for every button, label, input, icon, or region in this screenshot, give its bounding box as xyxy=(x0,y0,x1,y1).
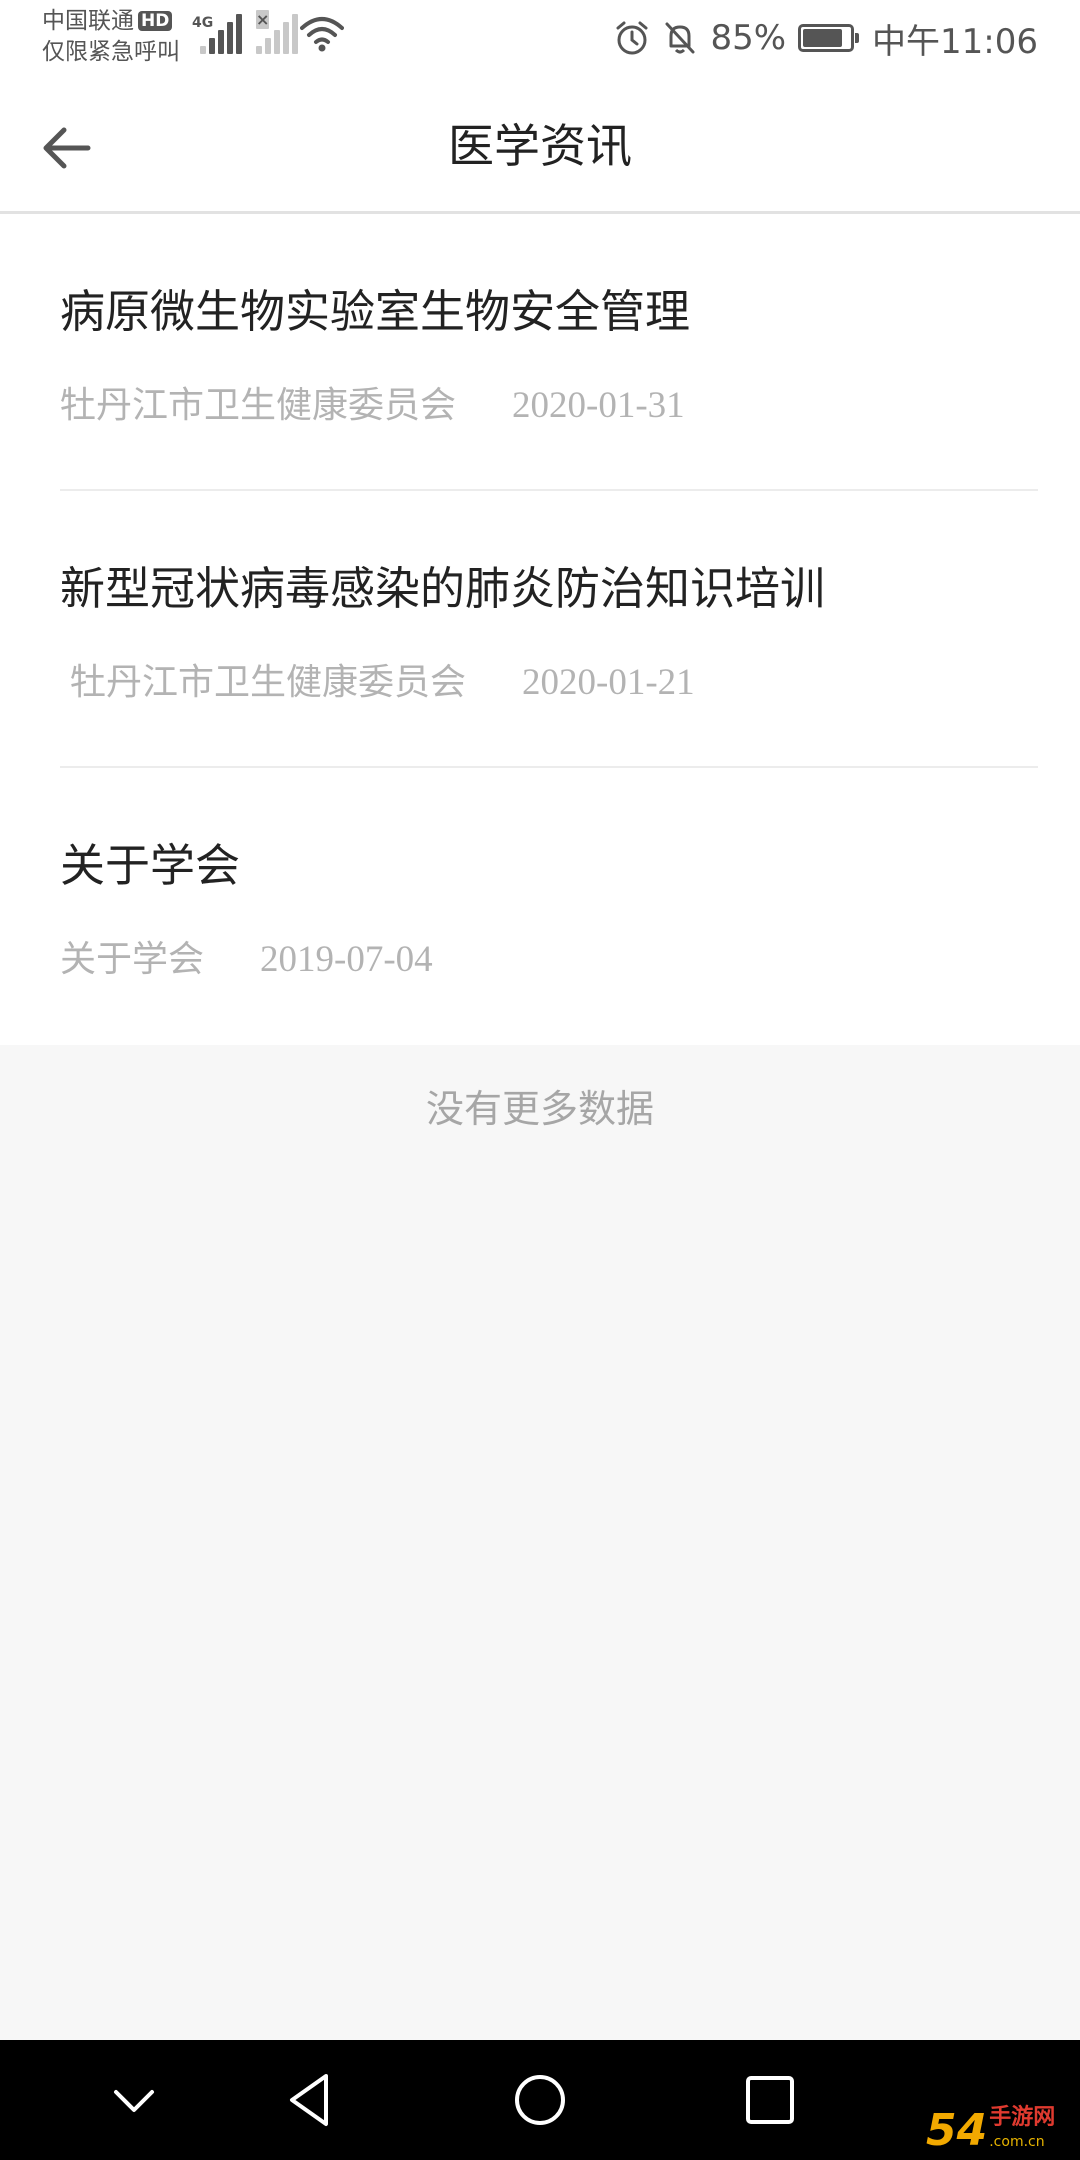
news-source: 牡丹江市卫生健康委员会 xyxy=(60,385,457,426)
watermark: 54 手游网 .com.cn xyxy=(926,2090,1076,2154)
news-source: 关于学会 xyxy=(60,939,205,980)
carrier-name: 中国联通 xyxy=(42,8,134,34)
news-title: 新型冠状病毒感染的肺炎防治知识培训 xyxy=(60,562,826,615)
news-date: 2019-07-04 xyxy=(260,939,433,980)
emergency-only-text: 仅限紧急呼叫 xyxy=(42,39,180,65)
battery-level-fill xyxy=(803,29,842,47)
news-item[interactable]: 新型冠状病毒感染的肺炎防治知识培训 牡丹江市卫生健康委员会 2020-01-21 xyxy=(60,491,1038,768)
page-title: 医学资讯 xyxy=(448,119,632,173)
news-list: 病原微生物实验室生物安全管理 牡丹江市卫生健康委员会 2020-01-31 新型冠… xyxy=(0,214,1080,1045)
news-date: 2020-01-31 xyxy=(512,385,685,426)
watermark-logo: 54 xyxy=(926,2105,988,2156)
signal-icon xyxy=(196,14,244,54)
battery-icon xyxy=(798,24,860,52)
system-nav-bar: 54 手游网 .com.cn xyxy=(0,2040,1080,2160)
clock: 中午11:06 xyxy=(872,21,1038,62)
news-title: 关于学会 xyxy=(60,839,241,892)
wifi-icon xyxy=(300,17,344,52)
app-header: 医学资讯 xyxy=(0,78,1080,214)
news-meta: 关于学会 2019-07-04 xyxy=(60,936,433,984)
news-meta: 牡丹江市卫生健康委员会 2020-01-21 xyxy=(70,659,695,707)
carrier-info: 中国联通 HD 仅限紧急呼叫 xyxy=(42,6,192,68)
no-more-data-text: 没有更多数据 xyxy=(425,1087,654,1131)
news-item[interactable]: 病原微生物实验室生物安全管理 牡丹江市卫生健康委员会 2020-01-31 xyxy=(60,214,1038,491)
alarm-icon xyxy=(616,21,648,55)
chevron-down-icon[interactable] xyxy=(102,2068,166,2132)
status-bar: 中国联通 HD 仅限紧急呼叫 4G × 85% 中午11:06 xyxy=(0,0,1080,78)
signal-weak-icon: × xyxy=(252,10,300,54)
news-date: 2020-01-21 xyxy=(522,662,695,703)
recents-square-icon[interactable] xyxy=(738,2068,802,2132)
status-right: 85% 中午11:06 xyxy=(614,14,1038,62)
hd-badge: HD xyxy=(138,11,173,31)
home-circle-icon[interactable] xyxy=(508,2068,572,2132)
news-title: 病原微生物实验室生物安全管理 xyxy=(60,285,691,338)
watermark-name: 手游网 xyxy=(989,2105,1056,2130)
watermark-domain: .com.cn xyxy=(989,2134,1045,2150)
watermark-text: 手游网 .com.cn xyxy=(989,2106,1055,2154)
back-triangle-icon[interactable] xyxy=(278,2068,342,2132)
news-meta: 牡丹江市卫生健康委员会 2020-01-31 xyxy=(60,382,685,430)
news-source: 牡丹江市卫生健康委员会 xyxy=(70,662,467,703)
news-item[interactable]: 关于学会 关于学会 2019-07-04 xyxy=(60,768,1038,1045)
mute-icon xyxy=(665,22,695,54)
battery-percent: 85% xyxy=(710,18,787,58)
